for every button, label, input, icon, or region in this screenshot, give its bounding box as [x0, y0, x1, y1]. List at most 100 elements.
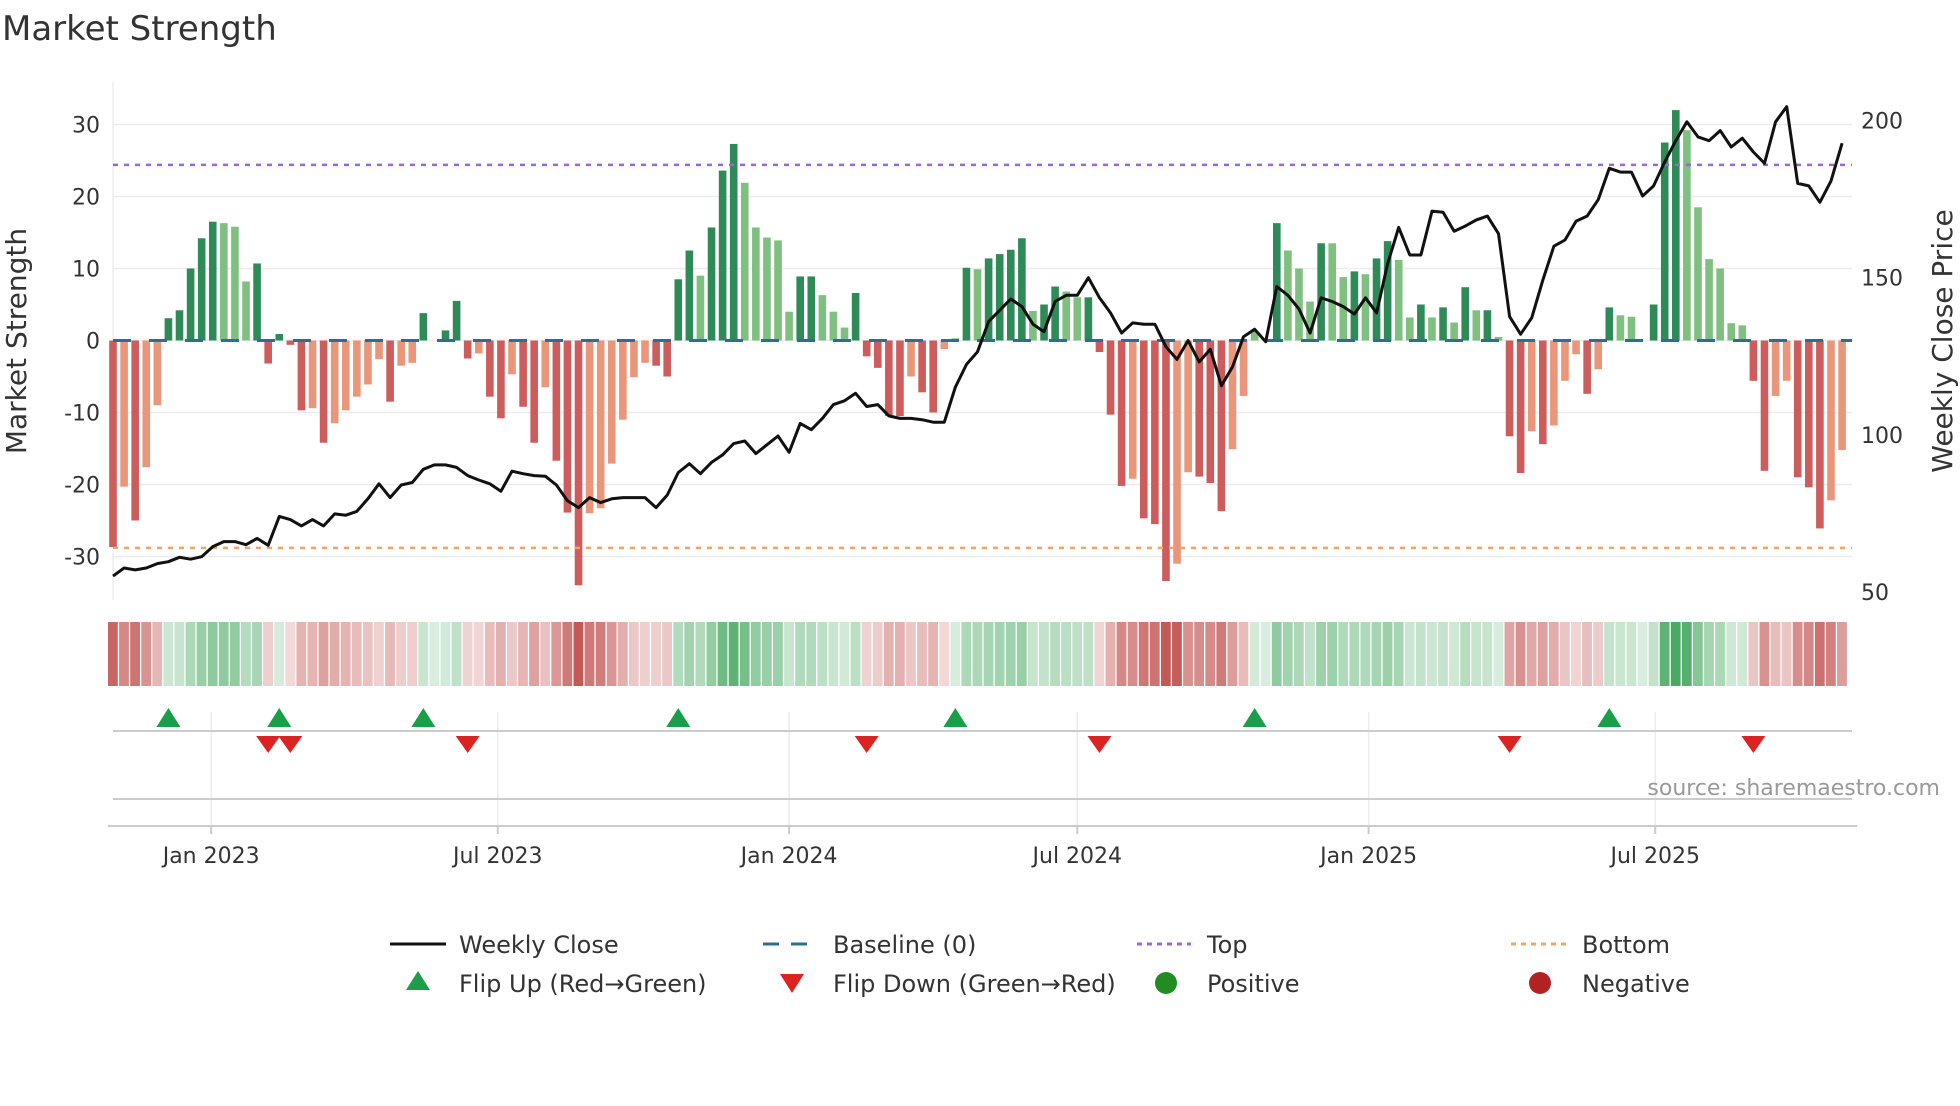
bar — [1018, 238, 1026, 341]
heat-cell — [1083, 622, 1094, 686]
bar — [364, 340, 372, 385]
bar — [264, 340, 272, 364]
legend-label: Bottom — [1582, 931, 1670, 959]
bar — [1272, 223, 1281, 341]
bar — [674, 279, 683, 341]
bar — [862, 340, 871, 357]
bar — [463, 340, 472, 359]
bar — [1428, 317, 1436, 341]
y2-tick-label: 200 — [1861, 110, 1903, 135]
heat-cell — [1127, 622, 1138, 686]
bar — [452, 300, 461, 341]
bar — [530, 340, 538, 443]
heat-cell — [1305, 622, 1315, 686]
heat-cell — [1837, 622, 1847, 686]
heat-cell — [163, 622, 174, 686]
bar — [696, 275, 705, 341]
bar — [1095, 340, 1104, 353]
bar — [596, 340, 605, 509]
legend-item-flip-down: Flip Down (Green→Red) — [780, 970, 1116, 998]
heat-cell — [1105, 622, 1116, 686]
heat-cell — [828, 622, 839, 686]
heat-cell — [407, 622, 418, 686]
right-axis-ticks: 200 150 100 50 — [1861, 110, 1903, 606]
heat-cell — [972, 622, 983, 686]
heat-cell — [218, 622, 229, 686]
heat-cell — [296, 622, 307, 686]
bar — [153, 340, 162, 406]
heat-cell — [628, 622, 639, 686]
heat-cell — [1415, 622, 1426, 686]
heat-cell — [684, 622, 695, 686]
bar — [1550, 340, 1558, 426]
heat-cell — [1637, 622, 1648, 686]
bar — [441, 330, 450, 341]
heat-cell — [850, 622, 861, 686]
bar — [1361, 274, 1370, 341]
bar — [1649, 304, 1658, 341]
heat-cell — [1194, 622, 1205, 686]
heat-cell — [1260, 622, 1271, 686]
bar — [341, 340, 350, 411]
heat-cell — [883, 622, 894, 686]
heat-cell — [1582, 622, 1592, 686]
bar — [707, 227, 716, 341]
bar — [1139, 340, 1148, 519]
x-tick-label: Jan 2025 — [1318, 844, 1417, 869]
heat-cell — [894, 622, 905, 686]
bar — [1439, 307, 1447, 341]
heat-cell — [1648, 622, 1659, 686]
legend-item-negative: Negative — [1529, 970, 1690, 998]
heat-cell — [584, 622, 595, 686]
heat-cell — [529, 622, 539, 686]
bar — [1062, 291, 1071, 341]
chart-title: Market Strength — [2, 9, 277, 49]
bar — [973, 269, 982, 341]
bar — [740, 182, 749, 341]
heat-cell — [351, 622, 362, 686]
bar — [186, 268, 195, 341]
bar — [1084, 297, 1093, 341]
heat-cell — [939, 622, 950, 686]
heat-cell — [706, 622, 717, 686]
bar — [253, 263, 261, 341]
heat-cell — [640, 622, 650, 686]
heat-cell — [761, 622, 772, 686]
bar — [1539, 340, 1547, 445]
heat-cell — [562, 622, 573, 686]
heat-cell — [1659, 622, 1670, 686]
flip-up-marker — [666, 708, 691, 727]
bar — [1317, 243, 1325, 341]
source-credit: source: sharemaestro.com — [1647, 776, 1940, 801]
heat-cell — [484, 622, 495, 686]
bar — [818, 295, 827, 341]
heat-cell — [1393, 622, 1404, 686]
bar — [1128, 340, 1137, 479]
heat-cell — [329, 622, 340, 686]
bar — [297, 340, 306, 411]
heat-cell — [374, 622, 384, 686]
heat-cell — [750, 622, 761, 686]
heat-cell — [185, 622, 196, 686]
bar — [109, 340, 117, 548]
x-tick-label: Jan 2023 — [161, 844, 260, 869]
heat-cell — [340, 622, 351, 686]
bar — [1616, 315, 1625, 341]
bar — [120, 340, 128, 487]
bar — [729, 143, 738, 341]
bar — [1406, 317, 1414, 341]
heat-cell — [673, 622, 684, 686]
heat-cell — [507, 622, 517, 686]
bar — [1760, 340, 1769, 471]
bar — [652, 340, 660, 366]
heat-cell — [1293, 622, 1304, 686]
bar — [519, 340, 527, 407]
bar — [1217, 340, 1226, 512]
heat-cell — [1371, 622, 1382, 686]
bar — [474, 340, 483, 354]
heat-cell — [1349, 622, 1360, 686]
heat-cell — [1382, 622, 1393, 686]
bar — [197, 238, 206, 341]
x-tick-label: Jul 2025 — [1608, 844, 1700, 869]
bar — [1660, 142, 1669, 341]
